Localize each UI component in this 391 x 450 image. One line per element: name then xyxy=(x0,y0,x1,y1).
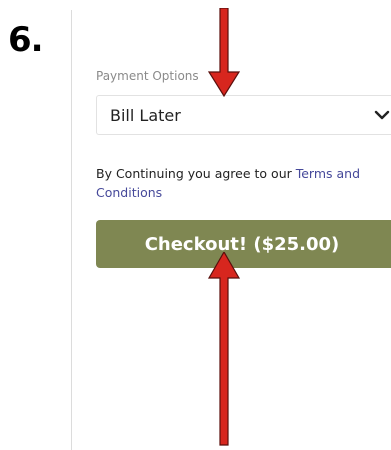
checkout-button[interactable]: Checkout! ($25.00) xyxy=(96,220,391,268)
chevron-down-icon[interactable] xyxy=(374,108,390,122)
terms-text: By Continuing you agree to our Terms and… xyxy=(96,164,386,202)
terms-prefix: By Continuing you agree to our xyxy=(96,166,296,181)
payment-options-value: Bill Later xyxy=(110,106,181,125)
payment-options-label: Payment Options xyxy=(96,69,199,83)
panel-divider xyxy=(71,10,72,450)
payment-options-select[interactable]: Bill Later xyxy=(96,95,391,135)
arrow-up-icon xyxy=(207,252,241,446)
arrow-down-icon xyxy=(207,8,241,98)
step-number: 6. xyxy=(8,20,44,60)
